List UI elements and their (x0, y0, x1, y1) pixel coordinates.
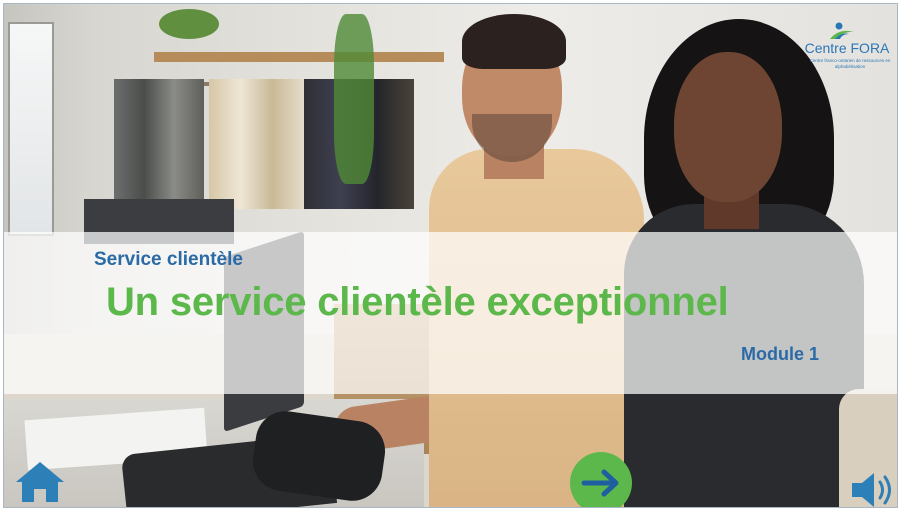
module-label: Module 1 (740, 344, 819, 364)
audio-button[interactable] (850, 470, 897, 507)
slide-title: Un service clientèle exceptionnel (106, 280, 729, 324)
home-button[interactable] (14, 460, 66, 504)
person-figure-icon (830, 22, 854, 39)
home-icon (16, 462, 64, 502)
speaker-icon (852, 473, 891, 507)
course-category: Service clientèle (94, 249, 243, 270)
logo-name: Centre FORA (804, 40, 890, 56)
arrow-right-icon (581, 469, 619, 497)
centre-fora-logo: Centre FORA Centre franco-ontarien de re… (801, 22, 893, 74)
slide: Service clientèle Un service clientèle e… (3, 3, 898, 508)
next-button[interactable] (570, 452, 632, 507)
logo-tagline: Centre franco-ontarien de ressources en … (809, 58, 891, 69)
